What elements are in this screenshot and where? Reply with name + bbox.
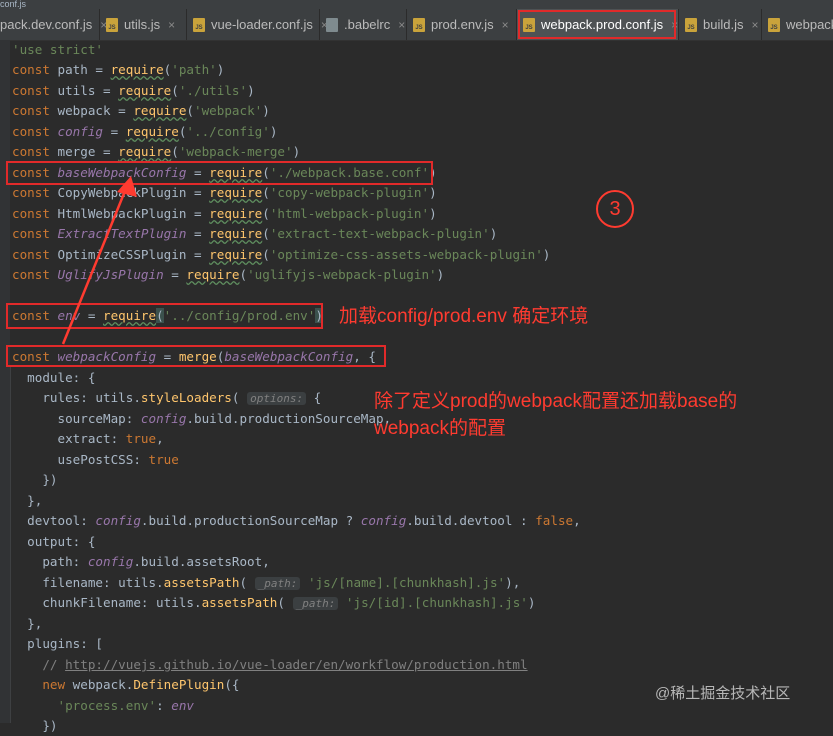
step-number-badge: 3: [596, 190, 634, 228]
merge-annotation-line1: 除了定义prod的webpack配置还加载base的: [374, 391, 738, 412]
annotation-arrow: [61, 176, 137, 345]
env-annotation: 加载config/prod.env 确定环境: [339, 306, 589, 327]
merge-annotation-line2: webpack的配置: [374, 418, 506, 439]
watermark: @稀土掘金技术社区: [655, 685, 791, 702]
